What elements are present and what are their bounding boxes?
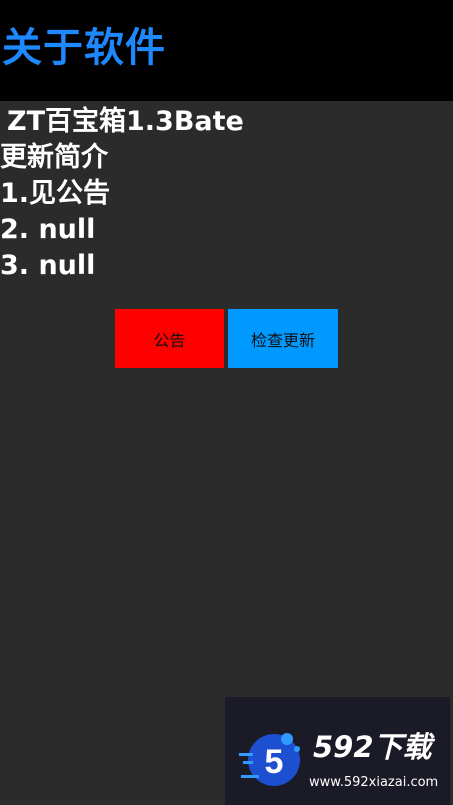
notice-button[interactable]: 公告 <box>115 309 224 368</box>
changelog-item: 3. null <box>0 250 96 281</box>
watermark-banner: 5 592下载 www.592xiazai.com <box>225 697 450 805</box>
watermark-url: www.592xiazai.com <box>309 775 439 790</box>
watermark-brand: 592下载 <box>313 730 432 764</box>
check-update-button[interactable]: 检查更新 <box>228 309 338 368</box>
app-name-version: ZT百宝箱1.3Bate <box>7 106 244 137</box>
about-info: ZT百宝箱1.3Bate 更新简介 1.见公告 2. null 3. null <box>0 104 453 284</box>
page-title: 关于软件 <box>2 25 166 71</box>
592-logo-icon: 5 <box>239 733 300 786</box>
app-header: 关于软件 <box>0 0 453 101</box>
changelog-item: 2. null <box>0 214 96 245</box>
changelog-item: 1.见公告 <box>0 178 111 209</box>
svg-text:5: 5 <box>265 743 284 781</box>
changelog-heading: 更新简介 <box>0 142 108 173</box>
